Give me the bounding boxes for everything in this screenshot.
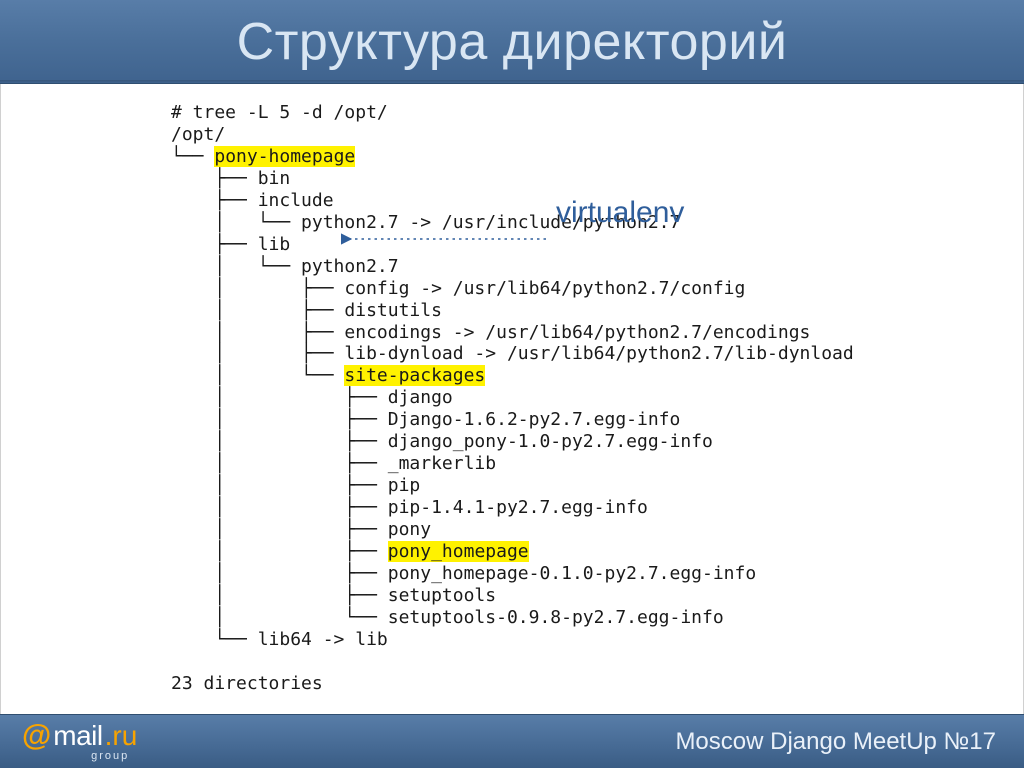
- tree-line: │ ├── pip-1.4.1-py2.7.egg-info: [171, 497, 648, 518]
- tree-line: │ ├──: [171, 541, 388, 562]
- mailru-logo: @ mail .ru group: [22, 720, 137, 764]
- slide-footer: @ mail .ru group Moscow Django MeetUp №1…: [0, 714, 1024, 768]
- tree-root: /opt/: [171, 124, 225, 145]
- tree-line: │ ├── Django-1.6.2-py2.7.egg-info: [171, 409, 680, 430]
- logo-mail-text: mail: [53, 720, 102, 752]
- tree-line: └──: [171, 146, 214, 167]
- tree-highlight-site-packages: site-packages: [344, 365, 485, 386]
- tree-line: └── lib64 -> lib: [171, 629, 388, 650]
- tree-line: │ ├── encodings -> /usr/lib64/python2.7/…: [171, 322, 810, 343]
- tree-cmd: # tree -L 5 -d /opt/: [171, 102, 388, 123]
- tree-line: │ ├── lib-dynload -> /usr/lib64/python2.…: [171, 343, 854, 364]
- tree-summary: 23 directories: [171, 673, 323, 694]
- tree-line: │ ├── pony: [171, 519, 431, 540]
- event-name: Moscow Django MeetUp №17: [675, 728, 996, 756]
- tree-highlight-pony-homepage-pkg: pony_homepage: [388, 541, 529, 562]
- logo-at-icon: @: [22, 721, 51, 751]
- slide-title: Структура директорий: [237, 12, 788, 72]
- tree-line: │ ├── django_pony-1.0-py2.7.egg-info: [171, 431, 713, 452]
- tree-highlight-pony-homepage: pony-homepage: [214, 146, 355, 167]
- tree-line: │ ├── setuptools: [171, 585, 496, 606]
- logo-group-text: group: [91, 750, 129, 762]
- tree-line: │ └──: [171, 365, 344, 386]
- slide-content: virtualenv # tree -L 5 -d /opt/ /opt/ └─…: [0, 84, 1024, 714]
- tree-line: │ ├── django: [171, 387, 453, 408]
- slide-header: Структура директорий: [0, 0, 1024, 84]
- tree-line: │ ├── distutils: [171, 300, 442, 321]
- tree-line: │ ├── config -> /usr/lib64/python2.7/con…: [171, 278, 745, 299]
- tree-line: │ ├── pip: [171, 475, 420, 496]
- tree-line: │ ├── _markerlib: [171, 453, 496, 474]
- directory-tree: # tree -L 5 -d /opt/ /opt/ └── pony-home…: [171, 102, 1023, 695]
- tree-line: ├── bin: [171, 168, 290, 189]
- virtualenv-callout: virtualenv: [556, 196, 684, 230]
- tree-line: │ └── setuptools-0.9.8-py2.7.egg-info: [171, 607, 724, 628]
- tree-line: ├── include: [171, 190, 334, 211]
- tree-line: │ ├── pony_homepage-0.1.0-py2.7.egg-info: [171, 563, 756, 584]
- tree-line: │ └── python2.7: [171, 256, 399, 277]
- logo-ru-text: .ru: [105, 720, 138, 752]
- tree-line: ├── lib: [171, 234, 290, 255]
